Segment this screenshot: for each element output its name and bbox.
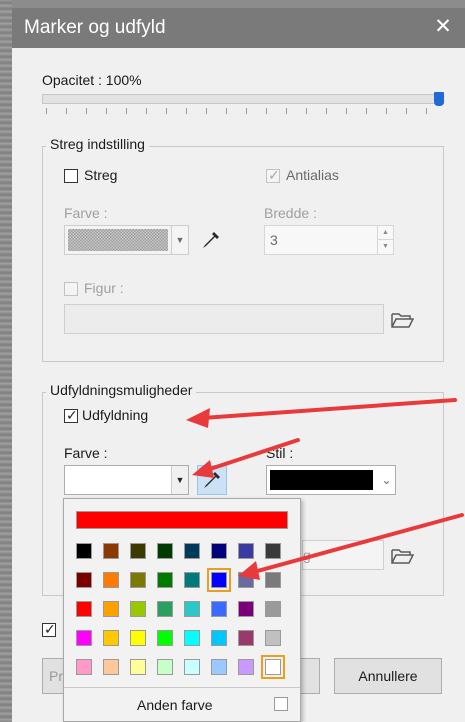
color-cell[interactable] [103, 572, 119, 588]
color-cell[interactable] [157, 630, 173, 646]
fill-options-title: Udfyldningsmuligheder [46, 382, 197, 398]
check-icon: ✓ [268, 167, 280, 183]
color-cell[interactable] [211, 630, 227, 646]
color-cell[interactable] [261, 655, 285, 679]
shape-label: Figur : [84, 280, 124, 296]
color-cell[interactable] [211, 543, 227, 559]
color-cell[interactable] [76, 659, 92, 675]
color-cell[interactable] [238, 659, 254, 675]
preview-button-label: Pr [49, 668, 63, 684]
cancel-button[interactable]: Annullere [334, 658, 442, 694]
fill-color-label: Farve : [64, 445, 108, 461]
color-cell[interactable] [130, 601, 146, 617]
eyedropper-button[interactable] [197, 465, 227, 495]
color-cell[interactable] [130, 543, 146, 559]
color-cell[interactable] [238, 630, 254, 646]
fill-color-dropdown[interactable]: ▼ [64, 465, 189, 495]
close-icon[interactable]: ✕ [431, 14, 455, 40]
color-cell[interactable] [238, 543, 254, 559]
antialias-checkbox[interactable]: ✓ [266, 167, 280, 183]
eyedropper-icon [204, 472, 220, 488]
color-cell[interactable] [103, 601, 119, 617]
other-color-label: Anden farve [137, 697, 213, 713]
check-icon: ✓ [66, 407, 78, 423]
footer-checkbox[interactable]: ✓ [42, 621, 56, 637]
fill-checkbox[interactable]: ✓ [64, 407, 78, 423]
chevron-down-icon[interactable]: ▼ [171, 466, 188, 494]
color-cell[interactable] [103, 543, 119, 559]
color-picker-popup: Anden farve [63, 498, 301, 722]
color-cell[interactable] [76, 543, 92, 559]
stroke-width-label: Bredde : [264, 205, 317, 221]
antialias-label: Antialias [286, 167, 339, 183]
cancel-button-label: Annullere [358, 668, 418, 684]
chevron-down-icon[interactable]: ▼ [378, 240, 393, 254]
opacity-slider-ticks [46, 108, 432, 114]
opacity-label: Opacitet : 100% [42, 72, 142, 88]
shape-checkbox[interactable] [64, 282, 78, 296]
color-cell[interactable] [103, 630, 119, 646]
folder-open-icon[interactable] [390, 546, 414, 566]
stroke-settings-title: Streg indstilling [46, 136, 149, 152]
check-icon: ✓ [44, 621, 56, 637]
color-cell[interactable] [238, 601, 254, 617]
stroke-color-swatch [68, 229, 168, 251]
fill-style-label: Stil : [266, 445, 294, 461]
color-cell[interactable] [103, 659, 119, 675]
color-cell[interactable] [184, 659, 200, 675]
folder-open-icon[interactable] [390, 310, 414, 330]
title-bar: Marker og udfyld ✕ [12, 8, 465, 48]
fill-label: Udfyldning [82, 407, 149, 423]
color-cell[interactable] [265, 543, 281, 559]
color-cell[interactable] [157, 543, 173, 559]
fill-style-dropdown[interactable]: ⌄ [266, 465, 396, 495]
color-cell[interactable] [184, 543, 200, 559]
stroke-color-dropdown[interactable]: ▼ [64, 225, 189, 255]
color-cell[interactable] [157, 601, 173, 617]
stroke-width-spin: ▲ ▼ [377, 226, 393, 254]
color-cell[interactable] [265, 601, 281, 617]
dialog-title: Marker og udfyld [24, 17, 166, 38]
stroke-width-value: 3 [270, 232, 278, 248]
opacity-slider-thumb[interactable] [434, 92, 444, 106]
color-cell[interactable] [184, 572, 200, 588]
opacity-slider-track[interactable] [42, 94, 444, 104]
color-cell[interactable] [157, 572, 173, 588]
color-cell[interactable] [130, 572, 146, 588]
color-cell[interactable] [265, 630, 281, 646]
color-cell[interactable] [76, 572, 92, 588]
popup-divider [64, 687, 300, 688]
stroke-label: Streg [84, 167, 118, 183]
color-cell[interactable] [211, 601, 227, 617]
color-cell[interactable] [211, 659, 227, 675]
stroke-width-stepper[interactable]: 3 ▲ ▼ [264, 225, 394, 255]
color-cell[interactable] [207, 568, 231, 592]
color-cell[interactable] [265, 572, 281, 588]
chevron-down-icon[interactable]: ⌄ [378, 466, 395, 494]
stroke-checkbox[interactable] [64, 169, 78, 183]
chevron-down-icon[interactable]: ▼ [171, 226, 188, 254]
recent-color-bar[interactable] [76, 511, 288, 529]
fill-style-swatch [270, 470, 373, 490]
color-cell[interactable] [130, 630, 146, 646]
color-cell[interactable] [76, 630, 92, 646]
eyedropper-icon[interactable] [200, 229, 222, 251]
shape-path-field[interactable] [64, 304, 384, 334]
chevron-up-icon[interactable]: ▲ [378, 226, 393, 240]
stroke-color-label: Farve : [64, 205, 108, 221]
color-cell[interactable] [130, 659, 146, 675]
color-cell[interactable] [184, 630, 200, 646]
color-cell[interactable] [157, 659, 173, 675]
other-color-swatch[interactable] [274, 697, 288, 711]
background-strip [0, 0, 12, 722]
fill-pattern-text: g [303, 547, 311, 563]
fill-pattern-field[interactable]: g [302, 540, 384, 570]
color-cell[interactable] [76, 601, 92, 617]
color-cell[interactable] [238, 572, 254, 588]
color-cell[interactable] [184, 601, 200, 617]
